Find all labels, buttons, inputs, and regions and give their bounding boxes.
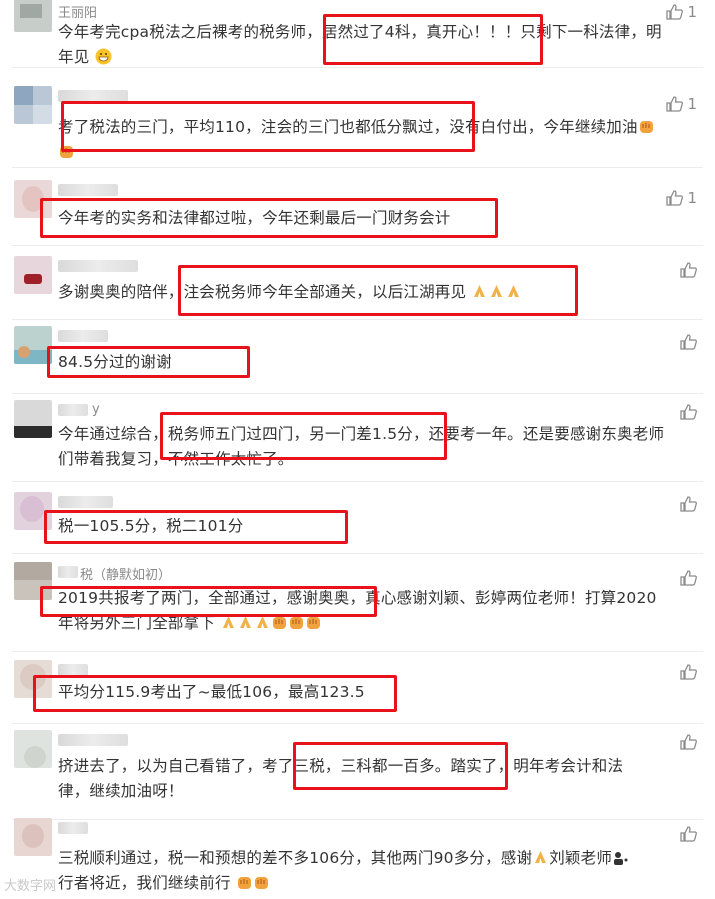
highlight-box bbox=[293, 742, 508, 790]
username-blurred bbox=[58, 260, 138, 272]
comment-line: 律，继续加油呀！ bbox=[58, 782, 184, 800]
highlight-box bbox=[33, 675, 397, 712]
thumbs-up-icon bbox=[666, 4, 684, 20]
username-text: y bbox=[92, 402, 100, 417]
avatar[interactable] bbox=[14, 256, 52, 294]
username-blurred bbox=[58, 496, 113, 508]
divider bbox=[12, 723, 703, 724]
thumbs-up-icon bbox=[680, 664, 697, 680]
username-blurred bbox=[58, 566, 78, 578]
fist-emoji-icon bbox=[253, 874, 270, 891]
praying-hands-icon bbox=[532, 849, 549, 866]
thumbs-up-icon bbox=[666, 96, 684, 112]
comment-line: 三税顺利通过，税一和预想的差不多106分，其他两门90多分，感谢 bbox=[58, 849, 533, 867]
divider bbox=[12, 553, 703, 554]
thumbs-up-icon bbox=[680, 334, 697, 350]
avatar[interactable] bbox=[14, 400, 52, 438]
highlight-box bbox=[44, 510, 348, 544]
highlight-box bbox=[323, 14, 543, 65]
avatar[interactable] bbox=[14, 0, 52, 32]
comment-item: 三税顺利通过，税一和预想的差不多106分，其他两门90多分，感谢 刘颖老师 行者将… bbox=[0, 818, 715, 896]
like-button[interactable] bbox=[680, 568, 697, 588]
highlight-box bbox=[40, 198, 498, 238]
watermark: 大数字网 bbox=[4, 875, 56, 894]
comment-line: 年见 bbox=[58, 48, 90, 66]
thumbs-up-icon bbox=[680, 262, 697, 278]
thumbs-up-icon bbox=[680, 570, 697, 586]
divider bbox=[12, 651, 703, 652]
teacher-emoji-icon bbox=[612, 849, 629, 866]
like-button[interactable] bbox=[680, 662, 697, 682]
like-count: 1 bbox=[687, 189, 697, 207]
grin-emoji-icon bbox=[95, 48, 112, 65]
divider bbox=[12, 481, 703, 482]
highlight-box bbox=[40, 586, 377, 617]
avatar[interactable] bbox=[14, 86, 52, 124]
like-button[interactable]: 1 bbox=[666, 2, 697, 22]
divider bbox=[12, 319, 703, 320]
like-button[interactable] bbox=[680, 332, 697, 352]
divider bbox=[12, 393, 703, 394]
thumbs-up-icon bbox=[680, 404, 697, 420]
highlight-box bbox=[178, 265, 578, 316]
watermark-text: 大数字网 bbox=[4, 879, 57, 894]
like-button[interactable] bbox=[680, 494, 697, 514]
like-button[interactable] bbox=[680, 732, 697, 752]
thumbs-up-icon bbox=[680, 826, 697, 842]
like-button[interactable] bbox=[680, 402, 697, 422]
username[interactable]: 税（静默如初） bbox=[58, 564, 238, 583]
comment-line: 行者将近，我们继续前行 bbox=[58, 874, 231, 892]
divider bbox=[12, 67, 703, 68]
like-count: 1 bbox=[687, 95, 697, 113]
like-button[interactable] bbox=[680, 824, 697, 844]
thumbs-up-icon bbox=[680, 734, 697, 750]
fist-emoji-icon bbox=[638, 118, 655, 135]
highlight-box bbox=[160, 412, 447, 460]
fist-emoji-icon bbox=[236, 874, 253, 891]
avatar[interactable] bbox=[14, 730, 52, 768]
like-button[interactable] bbox=[680, 260, 697, 280]
divider bbox=[12, 167, 703, 168]
thumbs-up-icon bbox=[680, 496, 697, 512]
like-button[interactable]: 1 bbox=[666, 188, 697, 208]
like-button[interactable]: 1 bbox=[666, 94, 697, 114]
divider bbox=[12, 245, 703, 246]
highlight-box bbox=[47, 346, 250, 378]
like-count: 1 bbox=[687, 3, 697, 21]
comment-line: 刘颖老师 bbox=[549, 849, 613, 867]
username-blurred bbox=[58, 734, 128, 746]
avatar[interactable] bbox=[14, 818, 52, 856]
thumbs-up-icon bbox=[666, 190, 684, 206]
username-blurred bbox=[58, 184, 118, 196]
username-blurred bbox=[58, 330, 108, 342]
comment-text: 三税顺利通过，税一和预想的差不多106分，其他两门90多分，感谢 刘颖老师 行者将… bbox=[58, 846, 695, 896]
username-text: 税（静默如初） bbox=[80, 568, 172, 583]
username[interactable]: 王丽阳 bbox=[58, 2, 178, 21]
username-blurred bbox=[58, 404, 88, 416]
username-blurred bbox=[58, 822, 88, 834]
highlight-box bbox=[61, 101, 475, 152]
